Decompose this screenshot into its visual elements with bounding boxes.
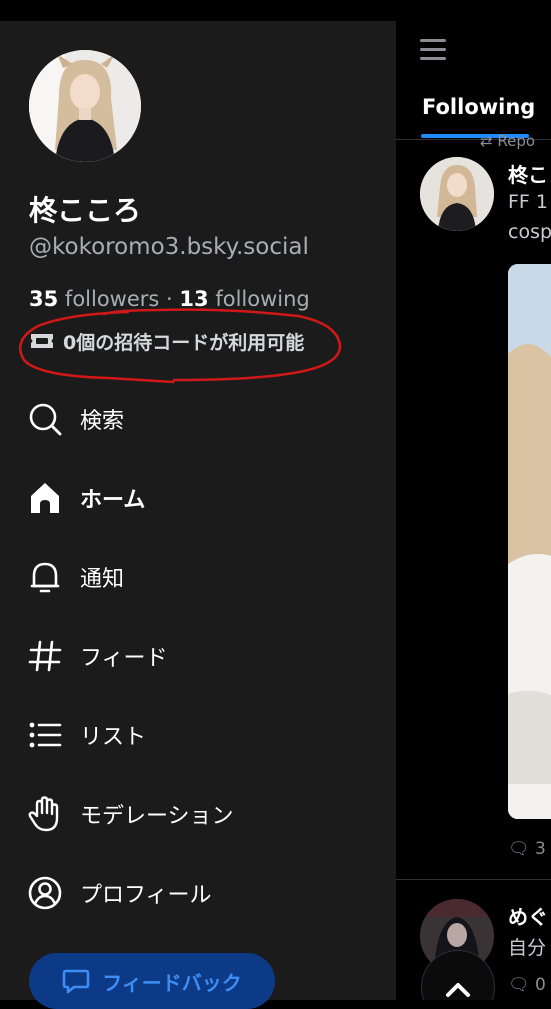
home-icon xyxy=(27,480,63,516)
profile-handle: @kokoromo3.bsky.social xyxy=(29,234,309,260)
invite-codes-button[interactable]: 0個の招待コードが利用可能 xyxy=(29,325,304,357)
repost-icon: ⇄ xyxy=(480,132,493,150)
nav-label-lists: リスト xyxy=(80,725,147,750)
list-icon xyxy=(27,717,63,753)
nav-item-notifications[interactable]: 通知 xyxy=(27,557,124,597)
reply-icon: 🗨︎ xyxy=(508,839,530,859)
nav-label-search: 検索 xyxy=(80,409,125,434)
hash-icon xyxy=(27,638,63,674)
scroll-to-top-button[interactable] xyxy=(421,950,495,1000)
post-text-line: FF 1 xyxy=(508,191,548,213)
feedback-button[interactable]: フィードバック xyxy=(29,953,275,1009)
display-name[interactable]: 柊こころ xyxy=(29,189,141,229)
avatar[interactable] xyxy=(29,50,141,162)
nav-item-profile[interactable]: プロフィール xyxy=(27,873,212,913)
nav-label-home: ホーム xyxy=(80,488,146,513)
reply-count[interactable]: 🗨︎ 3 xyxy=(508,839,546,859)
navigation-drawer: 柊こころ @kokoromo3.bsky.social 35 followers… xyxy=(0,21,396,1009)
reply-icon: 🗨︎ xyxy=(508,975,530,995)
nav-label-notifications: 通知 xyxy=(80,567,125,592)
feedback-label: フィードバック xyxy=(102,970,242,995)
post-author-name[interactable]: 柊こ xyxy=(508,159,548,188)
user-circle-icon xyxy=(27,875,63,911)
invite-codes-label: 0個の招待コードが利用可能 xyxy=(63,331,305,354)
hand-icon xyxy=(27,796,63,832)
post-text-line: 自分 xyxy=(508,937,547,959)
repost-label: Repo xyxy=(497,132,536,150)
nav-item-lists[interactable]: リスト xyxy=(27,715,146,755)
count-separator: · xyxy=(166,287,173,311)
nav-label-profile: プロフィール xyxy=(80,883,212,908)
follow-counts: 35 followers · 13 following xyxy=(29,287,310,311)
nav-item-feeds[interactable]: フィード xyxy=(27,636,168,676)
search-icon xyxy=(27,401,63,437)
following-label[interactable]: following xyxy=(215,287,309,311)
nav-label-feeds: フィード xyxy=(80,646,168,671)
following-count[interactable]: 13 xyxy=(179,287,208,311)
post-author-avatar[interactable] xyxy=(420,157,494,231)
chevron-up-icon xyxy=(446,983,470,997)
tab-following[interactable]: Following xyxy=(422,95,535,119)
post-divider xyxy=(396,879,551,880)
followers-label[interactable]: followers xyxy=(65,287,159,311)
home-feed: Following ⇄ Repo 柊こ FF 1 cosp 🗨︎ 3 めぐ 自分… xyxy=(396,21,551,1000)
chat-bubble-icon xyxy=(62,969,90,994)
ticket-icon xyxy=(31,334,53,348)
nav-item-search[interactable]: 検索 xyxy=(27,399,124,439)
nav-item-home[interactable]: ホーム xyxy=(27,478,145,518)
post-text-line: cosp xyxy=(508,221,551,243)
repost-indicator: ⇄ Repo xyxy=(480,132,535,150)
post-author-name[interactable]: めぐ xyxy=(508,901,548,930)
nav-item-moderation[interactable]: モデレーション xyxy=(27,794,234,834)
hamburger-menu-icon[interactable] xyxy=(420,39,446,63)
post-image[interactable] xyxy=(508,264,551,819)
followers-count[interactable]: 35 xyxy=(29,287,58,311)
bell-icon xyxy=(27,559,63,595)
nav-label-moderation: モデレーション xyxy=(80,804,234,829)
reply-count[interactable]: 🗨︎ 0 xyxy=(508,975,546,995)
status-bar xyxy=(0,0,551,21)
